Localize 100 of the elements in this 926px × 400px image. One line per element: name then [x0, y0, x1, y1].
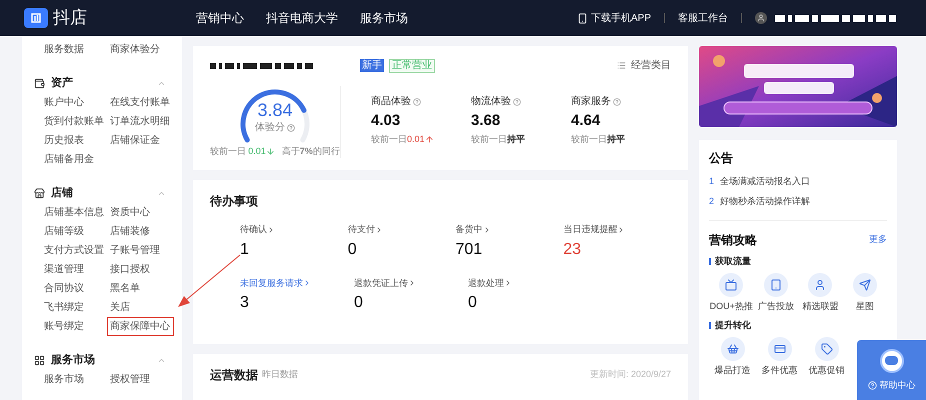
list-icon — [617, 61, 626, 70]
tool-link[interactable]: 精选联盟 — [802, 300, 838, 313]
section-title: 店铺 — [51, 186, 74, 202]
annotation-arrow — [178, 254, 240, 307]
section-title: 服务市场 — [51, 352, 96, 368]
todo-link[interactable]: 退款处理 — [468, 276, 582, 290]
section-title: 资产 — [51, 76, 74, 92]
todo-link[interactable]: 退款凭证上传 — [354, 276, 468, 290]
tool-icon[interactable] — [719, 272, 744, 296]
tool-link[interactable]: 星图 — [856, 300, 874, 313]
tool-link[interactable]: DOU+热推 — [710, 300, 753, 313]
group-title: 获取流量 — [715, 255, 751, 268]
avatar-icon[interactable] — [755, 12, 767, 24]
card-title: 营销攻略 — [709, 232, 758, 249]
customer-service-link[interactable]: 客服工作台 — [678, 10, 728, 26]
group-marker — [709, 258, 711, 266]
sidebar-item[interactable]: 授权管理 — [110, 370, 174, 389]
download-app-link[interactable]: 下载手机APP — [590, 10, 651, 26]
tool-icon[interactable] — [814, 336, 838, 360]
tool-link[interactable]: 爆品打造 — [714, 364, 750, 377]
score-value: 3.84 — [257, 100, 293, 120]
card-subtitle: 昨日数据 — [262, 368, 298, 381]
sidebar-item[interactable]: 支付方式设置 — [44, 241, 110, 260]
sidebar-item[interactable]: 历史报表 — [44, 131, 110, 150]
tool-link[interactable]: 多件优惠 — [762, 364, 798, 377]
more-link[interactable]: 更多 — [869, 233, 887, 247]
score-label: 体验分 — [255, 121, 285, 135]
sidebar-item[interactable]: 店铺等级 — [44, 222, 110, 241]
sidebar-item[interactable]: 资质中心 — [110, 203, 174, 222]
change-value: 0.01 — [248, 144, 275, 158]
tool-icon[interactable] — [768, 336, 792, 360]
sidebar-item[interactable]: 服务数据 — [44, 40, 110, 59]
logo-icon — [24, 8, 48, 28]
sidebar-item[interactable]: 飞书绑定 — [44, 298, 110, 317]
sidebar-item[interactable]: 渠道管理 — [44, 260, 110, 279]
card-title: 运营数据 — [210, 367, 258, 384]
metric-label: 物流体验 — [471, 94, 511, 109]
robot-icon — [880, 348, 904, 372]
sidebar-item[interactable]: 订单流水明细 — [110, 112, 174, 131]
status-badge: 新手 — [360, 59, 384, 72]
nav-link[interactable]: 抖音电商大学 — [266, 9, 338, 27]
phone-icon — [576, 12, 588, 24]
todo-count: 1 — [240, 240, 250, 260]
tool-icon[interactable] — [720, 336, 744, 360]
sidebar-item[interactable]: 合同协议 — [44, 279, 110, 298]
tool-link[interactable]: 广告投放 — [758, 300, 794, 313]
todo-link[interactable]: 待支付 — [348, 223, 456, 236]
sidebar-item[interactable]: 在线支付账单 — [110, 93, 174, 112]
sidebar-item[interactable]: 店铺基本信息 — [44, 203, 110, 222]
tool-link[interactable]: 优惠促销 — [808, 364, 844, 377]
sidebar-item[interactable]: 服务市场 — [44, 370, 110, 389]
todo-count: 3 — [240, 293, 250, 313]
todo-count: 0 — [348, 240, 358, 260]
tool-icon[interactable] — [852, 272, 877, 296]
sidebar-item[interactable]: 接口授权 — [110, 260, 174, 279]
peer-comparison: 高于7%的同行 — [282, 144, 340, 158]
announcement-link[interactable]: 好物秒杀活动操作详解 — [720, 194, 810, 208]
change-value: 0.01 — [407, 133, 434, 146]
help-center-button[interactable]: 帮助中心 — [857, 340, 926, 400]
help-icon — [868, 380, 876, 390]
sidebar-item[interactable]: 店铺保证金 — [110, 131, 174, 150]
chevron-icon — [504, 279, 512, 288]
chevron-icon — [303, 279, 311, 288]
sidebar-item[interactable]: 商家保障中心 — [107, 317, 174, 336]
change-label: 较前一日 — [571, 133, 607, 146]
sidebar-item[interactable]: 账号绑定 — [44, 317, 110, 336]
help-icon[interactable] — [613, 98, 621, 106]
help-icon[interactable] — [287, 124, 295, 132]
group-title: 提升转化 — [715, 319, 751, 332]
help-icon[interactable] — [513, 98, 521, 106]
sidebar-item[interactable]: 商家体验分 — [110, 40, 174, 59]
sidebar-item[interactable]: 子账号管理 — [110, 241, 174, 260]
sidebar-item[interactable]: 黑名单 — [110, 279, 174, 298]
todo-link[interactable]: 当日违规提醒 — [563, 223, 671, 236]
section-icon — [34, 188, 45, 199]
todo-link[interactable]: 备货中 — [456, 223, 564, 236]
sidebar-item[interactable]: 关店 — [110, 298, 174, 317]
nav-link[interactable]: 营销中心 — [196, 9, 244, 27]
announcement-link[interactable]: 全场满减活动报名入口 — [720, 175, 810, 188]
chevron-icon — [267, 226, 275, 234]
sidebar-item[interactable]: 货到付款账单 — [44, 112, 110, 131]
todo-link[interactable]: 未回复服务请求 — [240, 276, 354, 290]
sidebar-item[interactable]: 店铺备用金 — [44, 150, 110, 169]
tool-icon[interactable] — [808, 272, 832, 296]
tool-icon[interactable] — [764, 272, 788, 296]
sidebar-item[interactable]: 账户中心 — [44, 93, 110, 112]
change-value: 持平 — [507, 133, 525, 146]
nav-link[interactable]: 服务市场 — [360, 9, 408, 27]
up-arrow-icon — [424, 135, 434, 144]
change-value: 持平 — [607, 133, 625, 146]
section-icon — [34, 78, 45, 89]
sidebar-item[interactable]: 店铺装修 — [110, 222, 174, 241]
update-time: 更新时间: 2020/9/27 — [590, 368, 671, 381]
metric-value: 4.03 — [371, 111, 402, 131]
change-label: 较前一日 — [471, 133, 507, 146]
todo-link[interactable]: 待确认 — [240, 223, 348, 236]
help-icon[interactable] — [413, 98, 421, 106]
logo-text: 抖店 — [53, 7, 88, 30]
category-link[interactable]: 经营类目 — [631, 58, 671, 73]
down-arrow-icon — [266, 146, 275, 156]
